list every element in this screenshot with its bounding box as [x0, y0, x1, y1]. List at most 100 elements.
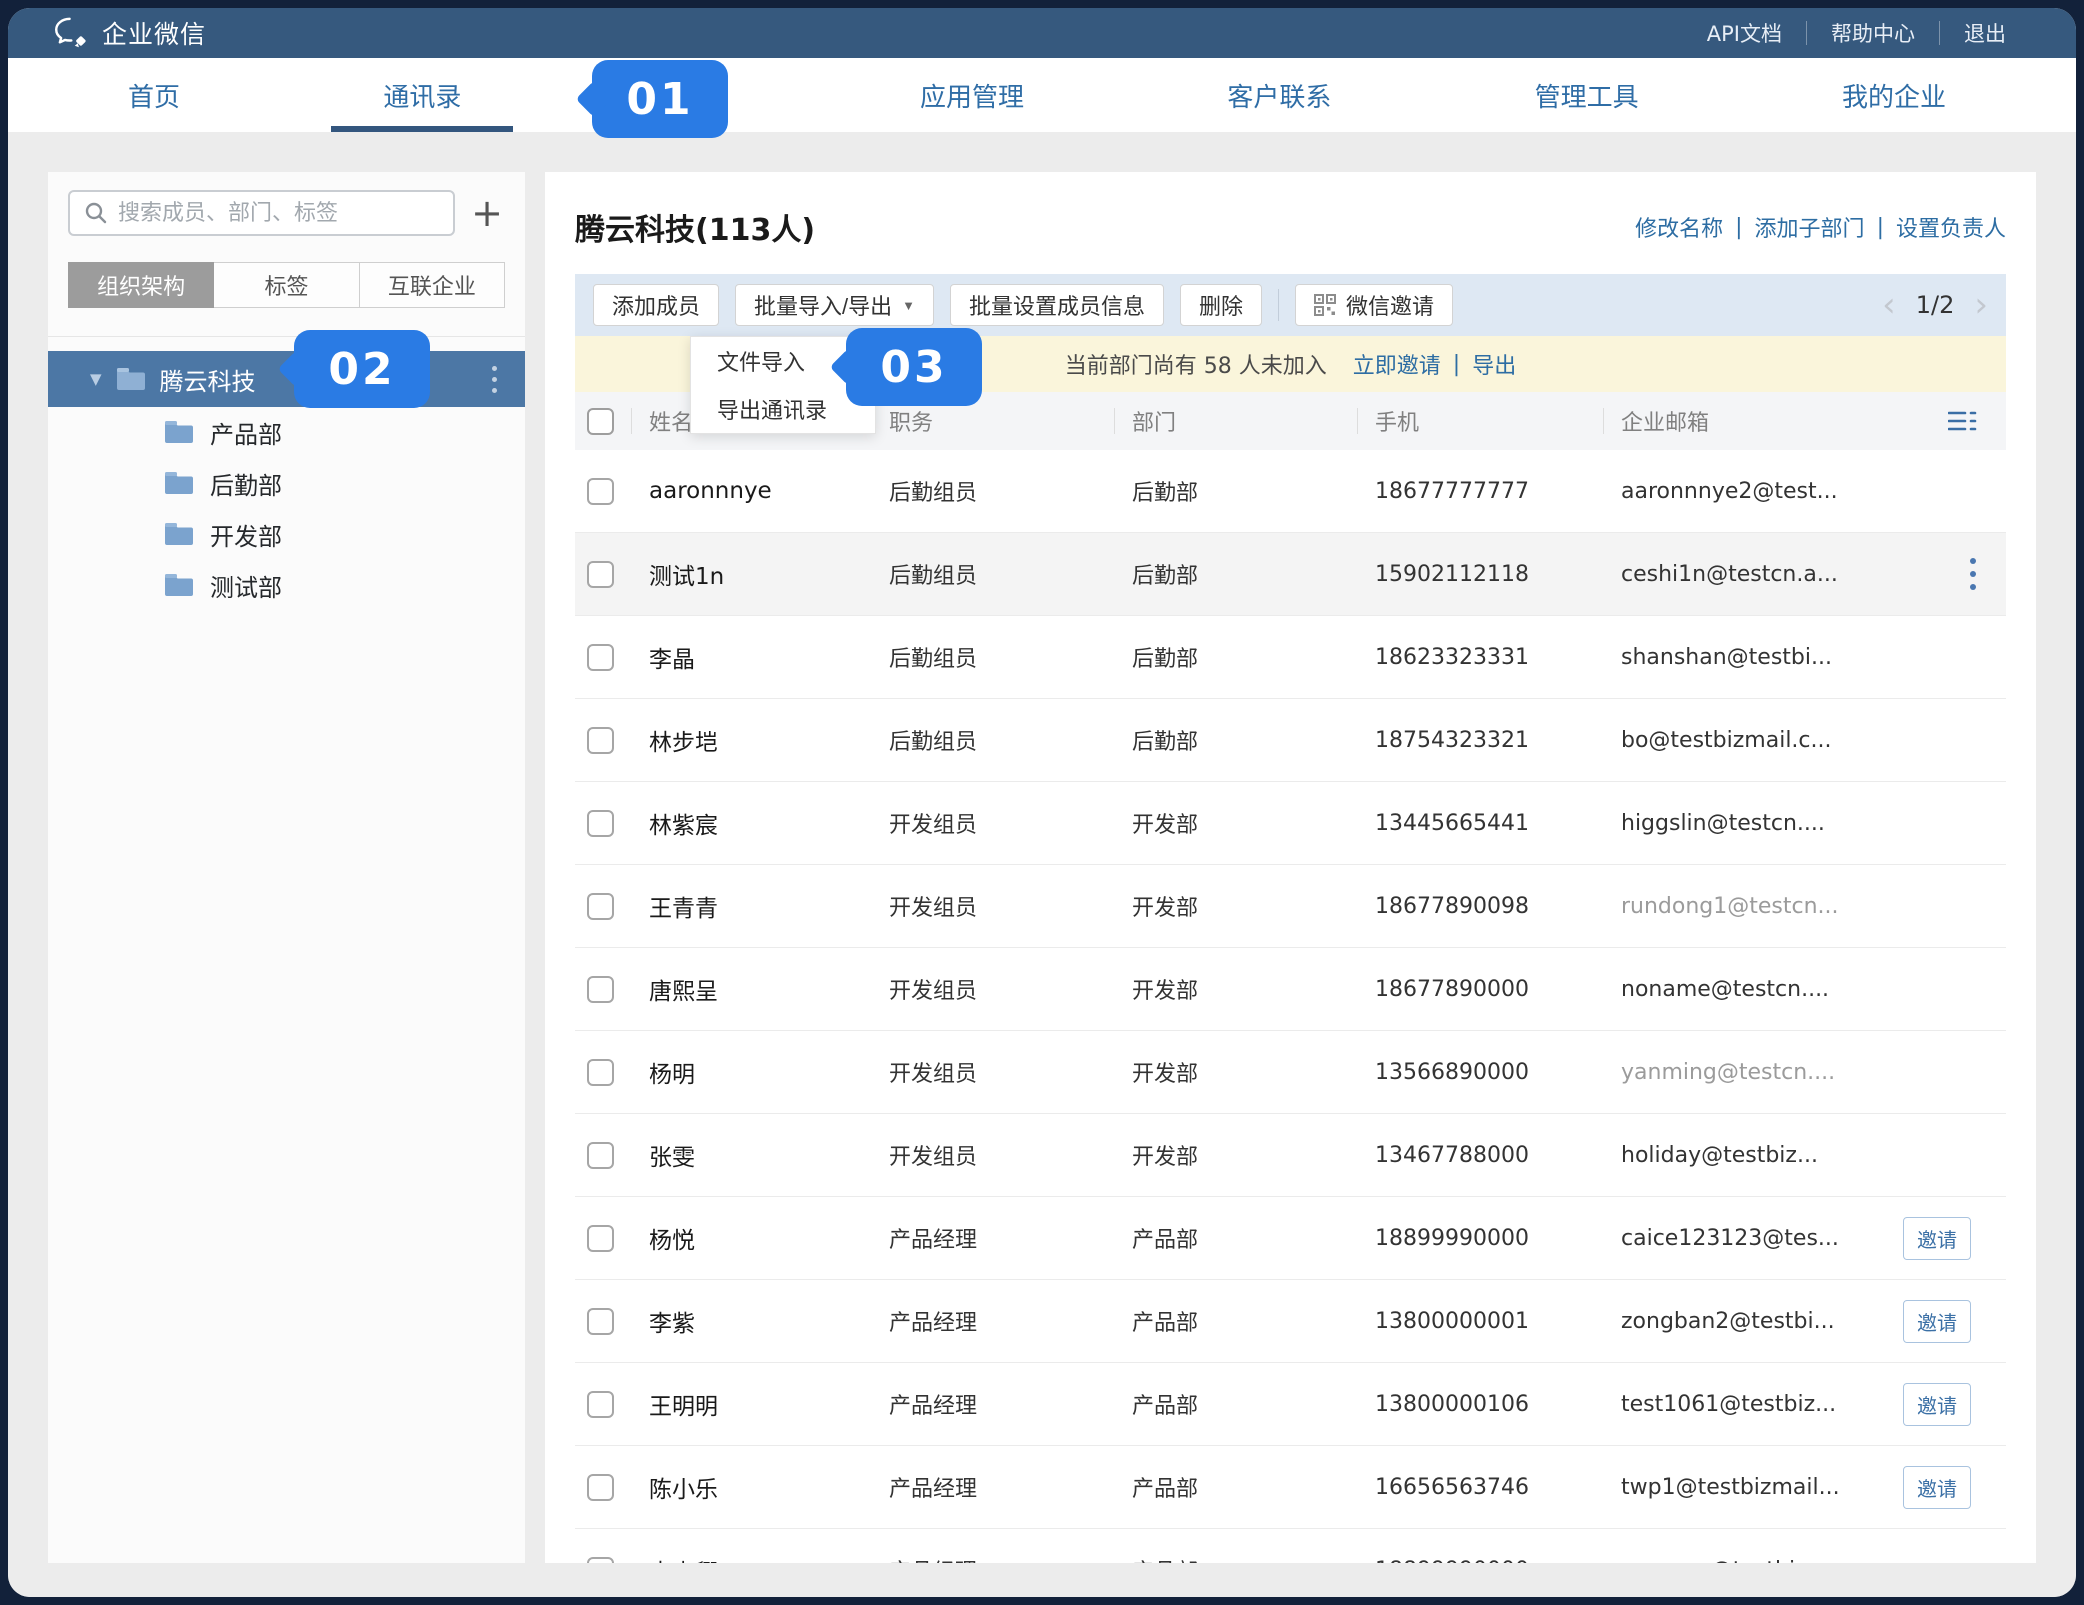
row-checkbox[interactable]	[587, 1059, 614, 1086]
main-panel: 腾云科技(113人) 修改名称|添加子部门|设置负责人 添加成员批量导入/导出▼…	[545, 172, 2036, 1563]
cell-phone: 18677777777	[1357, 479, 1603, 504]
sidebar-tab-组织架构[interactable]: 组织架构	[68, 262, 214, 308]
topbar-link-1[interactable]: API文档	[1683, 18, 1806, 48]
tree-item-后勤部[interactable]: 后勤部	[48, 458, 525, 509]
sidebar-tab-互联企业[interactable]: 互联企业	[360, 262, 505, 308]
cell-department: 开发部	[1114, 890, 1357, 922]
tab-管理工具[interactable]: 管理工具	[1535, 58, 1639, 132]
cell-department: 产品部	[1114, 1388, 1357, 1420]
cell-title: 开发组员	[871, 890, 1114, 922]
toolbar: 添加成员批量导入/导出▼批量设置成员信息删除微信邀请‹1/2›	[575, 274, 2006, 336]
tab-客户联系[interactable]: 客户联系	[1227, 58, 1331, 132]
row-checkbox-cell	[575, 644, 631, 671]
tree-item-产品部[interactable]: 产品部	[48, 407, 525, 458]
sidebar-tab-标签[interactable]: 标签	[214, 262, 359, 308]
row-checkbox[interactable]	[587, 1557, 614, 1564]
cell-department: 后勤部	[1114, 475, 1357, 507]
tree-item-label: 产品部	[210, 415, 282, 450]
invite-button[interactable]: 邀请	[1903, 1300, 1971, 1343]
table-row: 李少卿产品经理产品部18899990000noname@testbiz...	[575, 1529, 2006, 1563]
invite-button[interactable]: 邀请	[1903, 1383, 1971, 1426]
dept-action-2[interactable]: 添加子部门	[1755, 211, 1865, 243]
table-row: 林步垲后勤组员后勤部18754323321bo@testbizmail.c...	[575, 699, 2006, 782]
tree-children: 产品部后勤部开发部测试部	[48, 407, 525, 611]
cell-email: caice123123@tes...	[1603, 1226, 1903, 1251]
tree-item-label: 开发部	[210, 517, 282, 552]
cell-name: 林步垲	[631, 723, 871, 757]
cell-action: 邀请	[1903, 1300, 2006, 1343]
row-checkbox-cell	[575, 1142, 631, 1169]
toolbar-button-label: 批量设置成员信息	[969, 289, 1145, 321]
invite-button[interactable]: 邀请	[1903, 1466, 1971, 1509]
toolbar-button-3[interactable]: 批量设置成员信息	[950, 284, 1164, 326]
row-checkbox[interactable]	[587, 810, 614, 837]
row-checkbox-cell	[575, 1474, 631, 1501]
row-checkbox-cell	[575, 727, 631, 754]
dept-action-1[interactable]: 修改名称	[1635, 211, 1723, 243]
link-separator: |	[1735, 215, 1742, 240]
row-checkbox[interactable]	[587, 1308, 614, 1335]
row-checkbox-cell	[575, 478, 631, 505]
invite-button[interactable]: 邀请	[1903, 1217, 1971, 1260]
tree-root-label: 腾云科技	[160, 362, 256, 397]
toolbar-button-1[interactable]: 添加成员	[593, 284, 719, 326]
cell-phone: 16656563746	[1357, 1475, 1603, 1500]
row-checkbox-cell	[575, 893, 631, 920]
dept-action-3[interactable]: 设置负责人	[1896, 211, 2006, 243]
folder-icon	[164, 573, 194, 598]
row-checkbox[interactable]	[587, 1391, 614, 1418]
row-checkbox[interactable]	[587, 644, 614, 671]
search-input[interactable]	[118, 201, 439, 226]
cell-title: 后勤组员	[871, 641, 1114, 673]
row-checkbox[interactable]	[587, 478, 614, 505]
cell-email: shanshan@testbi...	[1603, 645, 1903, 670]
search-box	[68, 190, 455, 236]
row-checkbox[interactable]	[587, 1142, 614, 1169]
cell-title: 产品经理	[871, 1471, 1114, 1503]
tree-item-开发部[interactable]: 开发部	[48, 509, 525, 560]
topbar-link-3[interactable]: 退出	[1940, 18, 2030, 48]
banner-link-2[interactable]: 导出	[1472, 348, 1516, 380]
toolbar-button-4[interactable]: 删除	[1180, 284, 1262, 326]
table-row: 杨悦产品经理产品部18899990000caice123123@tes...邀请	[575, 1197, 2006, 1280]
tree-item-测试部[interactable]: 测试部	[48, 560, 525, 611]
column-settings-icon[interactable]	[1948, 410, 1978, 432]
select-all-checkbox[interactable]	[587, 408, 614, 435]
cell-action	[1903, 552, 2006, 596]
row-checkbox[interactable]	[587, 976, 614, 1003]
row-more-icon[interactable]	[1964, 552, 1982, 596]
page-prev-icon[interactable]: ‹	[1882, 288, 1896, 322]
cell-phone: 18677890098	[1357, 894, 1603, 919]
cell-name: 杨明	[631, 1055, 871, 1089]
caret-down-icon[interactable]: ▼	[90, 370, 102, 388]
row-checkbox[interactable]	[587, 893, 614, 920]
row-checkbox[interactable]	[587, 561, 614, 588]
tab-应用管理[interactable]: 应用管理	[920, 58, 1024, 132]
cell-title: 开发组员	[871, 807, 1114, 839]
row-checkbox[interactable]	[587, 1474, 614, 1501]
tab-通讯录[interactable]: 通讯录	[383, 58, 461, 132]
cell-phone: 13800000001	[1357, 1309, 1603, 1334]
cell-email: higgslin@testcn....	[1603, 811, 1903, 836]
banner-link-1[interactable]: 立即邀请	[1353, 348, 1441, 380]
topbar-link-2[interactable]: 帮助中心	[1807, 18, 1939, 48]
folder-icon	[164, 522, 194, 547]
row-checkbox[interactable]	[587, 1225, 614, 1252]
notice-links: 立即邀请|导出	[1353, 348, 1516, 380]
row-checkbox[interactable]	[587, 727, 614, 754]
page-next-icon[interactable]: ›	[1974, 288, 1988, 322]
search-icon	[84, 201, 108, 225]
wechat-work-bubble-icon	[54, 17, 88, 49]
tab-首页[interactable]: 首页	[128, 58, 180, 132]
cell-department: 后勤部	[1114, 558, 1357, 590]
cell-phone: 15902112118	[1357, 562, 1603, 587]
cell-name: 王明明	[631, 1387, 871, 1421]
add-department-button[interactable]: +	[469, 195, 505, 231]
tree-item-label: 测试部	[210, 568, 282, 603]
tree-more-icon[interactable]	[486, 360, 503, 399]
cell-name: 陈小乐	[631, 1470, 871, 1504]
tab-我的企业[interactable]: 我的企业	[1842, 58, 1946, 132]
toolbar-button-5[interactable]: 微信邀请	[1295, 284, 1453, 326]
cell-department: 后勤部	[1114, 641, 1357, 673]
toolbar-button-2[interactable]: 批量导入/导出▼	[735, 284, 934, 326]
